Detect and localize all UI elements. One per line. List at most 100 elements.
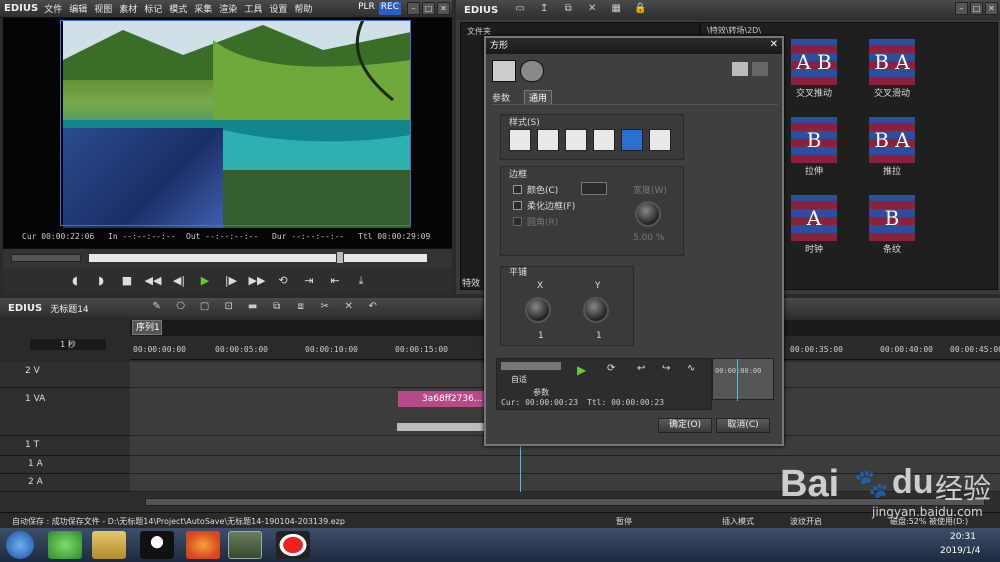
grid-icon[interactable]: ▦ <box>608 3 624 17</box>
rec-label[interactable]: REC <box>378 2 401 15</box>
menu-help[interactable]: 帮助 <box>294 2 312 15</box>
menu-edit[interactable]: 编辑 <box>69 2 87 15</box>
gauge-tool-icon[interactable] <box>520 60 544 82</box>
tab-general[interactable]: 通用 <box>524 90 553 105</box>
insert-icon[interactable]: ⇥ <box>299 272 319 290</box>
kf-back-icon[interactable]: ↩ <box>637 363 645 374</box>
effect-thumb-stretch[interactable]: B <box>791 117 837 163</box>
menu-marker[interactable]: 标记 <box>144 2 162 15</box>
soft-border-checkbox[interactable] <box>513 201 522 210</box>
tab-params[interactable]: 参数 <box>492 91 510 104</box>
menu-tools[interactable]: 工具 <box>244 2 262 15</box>
split-icon[interactable]: ✂ <box>317 301 333 315</box>
menu-file[interactable]: 文件 <box>44 2 62 15</box>
clock-time[interactable]: 20:31 <box>950 532 976 542</box>
scale-selector[interactable]: 1 秒 <box>30 339 106 350</box>
style-bottom-right-icon[interactable] <box>593 129 615 151</box>
copy-icon[interactable]: ⧉ <box>269 301 285 315</box>
menu-view[interactable]: 视图 <box>94 2 112 15</box>
kf-play-icon[interactable]: ▶ <box>577 363 586 377</box>
cancel-button[interactable]: 取消(C) <box>716 418 770 433</box>
style-bottom-left-icon[interactable] <box>565 129 587 151</box>
bin-close-icon[interactable]: ✕ <box>985 2 998 15</box>
edius-taskbar-icon[interactable] <box>228 531 262 559</box>
explorer-icon[interactable] <box>92 531 126 559</box>
kf-forward-icon[interactable]: ↪ <box>662 363 670 374</box>
stop-icon[interactable]: ■ <box>117 272 137 290</box>
color-checkbox[interactable] <box>513 185 522 194</box>
style-cross-icon[interactable] <box>537 129 559 151</box>
tile-x-knob[interactable] <box>525 297 551 323</box>
qq-icon[interactable] <box>140 531 174 559</box>
effect-thumb-clock[interactable]: A <box>791 195 837 241</box>
set-out-icon[interactable]: ◗ <box>91 272 111 290</box>
browser-green-icon[interactable] <box>48 531 82 559</box>
menu-clip[interactable]: 素材 <box>119 2 137 15</box>
dialog-close-icon[interactable]: ✕ <box>770 39 778 50</box>
effect-thumb-push-pull[interactable]: B A <box>869 117 915 163</box>
overwrite-icon[interactable]: ⇤ <box>325 272 345 290</box>
effect-thumb-stripes[interactable]: B <box>869 195 915 241</box>
new-icon[interactable]: ✎ <box>149 301 165 315</box>
effect-thumb-cross-slide[interactable]: B A <box>869 39 915 85</box>
lock-icon[interactable]: 🔒 <box>632 3 648 17</box>
style-top-right-icon[interactable] <box>649 129 671 151</box>
keyframe-mini-timeline[interactable]: 00:00:00:00 <box>712 358 774 401</box>
paste-icon[interactable]: ⧈ <box>293 301 309 315</box>
export-icon[interactable]: ⤓ <box>351 272 371 290</box>
clip-icon[interactable]: ⧉ <box>560 3 576 17</box>
rewind-icon[interactable]: ◀◀ <box>143 272 163 290</box>
kf-loop-icon[interactable]: ⟳ <box>607 363 615 374</box>
bin-maximize-icon[interactable]: □ <box>970 2 983 15</box>
delete-icon[interactable]: ✕ <box>341 301 357 315</box>
menu-capture[interactable]: 采集 <box>194 2 212 15</box>
firefox-icon[interactable] <box>186 531 220 559</box>
minimize-icon[interactable]: – <box>407 2 420 15</box>
record-icon[interactable] <box>276 531 310 559</box>
start-button-icon[interactable] <box>6 531 34 559</box>
track-header-2v[interactable]: 2 V <box>0 362 130 388</box>
fast-forward-icon[interactable]: ▶▶ <box>247 272 267 290</box>
maximize-icon[interactable]: □ <box>422 2 435 15</box>
style-center-icon[interactable] <box>509 129 531 151</box>
track-header-1va[interactable]: 1 VA <box>0 388 130 436</box>
menu-mode[interactable]: 模式 <box>169 2 187 15</box>
ok-button[interactable]: 确定(O) <box>658 418 712 433</box>
track-header-1a[interactable]: 1 A <box>0 456 130 474</box>
bin-minimize-icon[interactable]: – <box>955 2 968 15</box>
color-swatch[interactable] <box>581 182 607 195</box>
undo-icon[interactable]: ↶ <box>365 301 381 315</box>
tab-sequence1[interactable]: 序列1 <box>132 320 162 335</box>
width-knob[interactable] <box>635 201 661 227</box>
page-icon[interactable]: ▢ <box>197 301 213 315</box>
camera-icon[interactable]: ⎔ <box>173 301 189 315</box>
close-icon[interactable]: ✕ <box>437 2 450 15</box>
set-in-icon[interactable]: ◖ <box>65 272 85 290</box>
save-preset-icon[interactable] <box>732 62 748 76</box>
folder-icon[interactable]: ▭ <box>512 3 528 17</box>
timeline-clip[interactable]: 3a68ff2736... <box>398 391 488 407</box>
position-handle[interactable] <box>336 251 344 264</box>
step-forward-icon[interactable]: |▶ <box>221 272 241 290</box>
clock-date[interactable]: 2019/1/4 <box>940 546 980 556</box>
auto-label[interactable]: 自适 <box>511 374 527 385</box>
loop-icon[interactable]: ⟲ <box>273 272 293 290</box>
tile-y-knob[interactable] <box>583 297 609 323</box>
round-corner-checkbox[interactable] <box>513 217 522 226</box>
shuttle-slider[interactable] <box>11 254 81 262</box>
plr-label[interactable]: PLR <box>358 2 375 15</box>
track-header-1t[interactable]: 1 T <box>0 436 130 456</box>
open-icon[interactable]: ⊡ <box>221 301 237 315</box>
menu-render[interactable]: 渲染 <box>219 2 237 15</box>
step-back-icon[interactable]: ◀| <box>169 272 189 290</box>
insert-mode-status[interactable]: 插入模式 <box>722 516 754 527</box>
effect-thumb-cross-push[interactable]: A B <box>791 39 837 85</box>
cut-icon[interactable]: ✕ <box>584 3 600 17</box>
play-icon[interactable]: ▶ <box>195 272 215 290</box>
load-preset-icon[interactable] <box>752 62 768 76</box>
keyframe-slider[interactable] <box>501 362 561 370</box>
menu-settings[interactable]: 设置 <box>269 2 287 15</box>
position-track[interactable] <box>89 254 427 262</box>
effects-tab[interactable]: 特效 <box>462 276 480 289</box>
save-icon[interactable]: ▬ <box>245 301 261 315</box>
